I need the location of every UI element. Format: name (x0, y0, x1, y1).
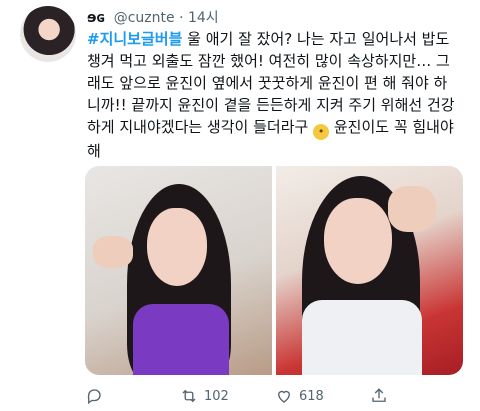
like-button[interactable]: 618 (275, 387, 370, 405)
timestamp[interactable]: · 14시 (179, 10, 219, 26)
photo-1[interactable] (85, 166, 272, 375)
retweet-icon (182, 389, 196, 403)
reply-button[interactable] (85, 387, 180, 405)
tweet-text: #지니보글버블 울 애기 잘 잤어? 나는 자고 일어나서 밥도 챙겨 먹고 외… (87, 28, 461, 162)
retweet-button[interactable]: 102 (180, 387, 275, 405)
like-count: 618 (299, 388, 324, 404)
crying-emoji-icon: • (313, 124, 330, 140)
retweet-count: 102 (204, 388, 229, 404)
tweet-header: ɘɢ @cuznte · 14시 (87, 7, 219, 27)
display-name[interactable]: ɘɢ (87, 10, 105, 26)
action-bar: 102 618 (85, 385, 465, 407)
share-button[interactable] (370, 387, 465, 405)
avatar[interactable] (20, 6, 76, 62)
media-grid (85, 166, 463, 375)
share-icon (372, 388, 386, 402)
reply-icon (87, 389, 101, 405)
hashtag-link[interactable]: #지니보글버블 (87, 30, 182, 48)
photo-2[interactable] (276, 166, 463, 375)
handle[interactable]: @cuznte (114, 10, 175, 26)
like-icon (278, 390, 290, 403)
